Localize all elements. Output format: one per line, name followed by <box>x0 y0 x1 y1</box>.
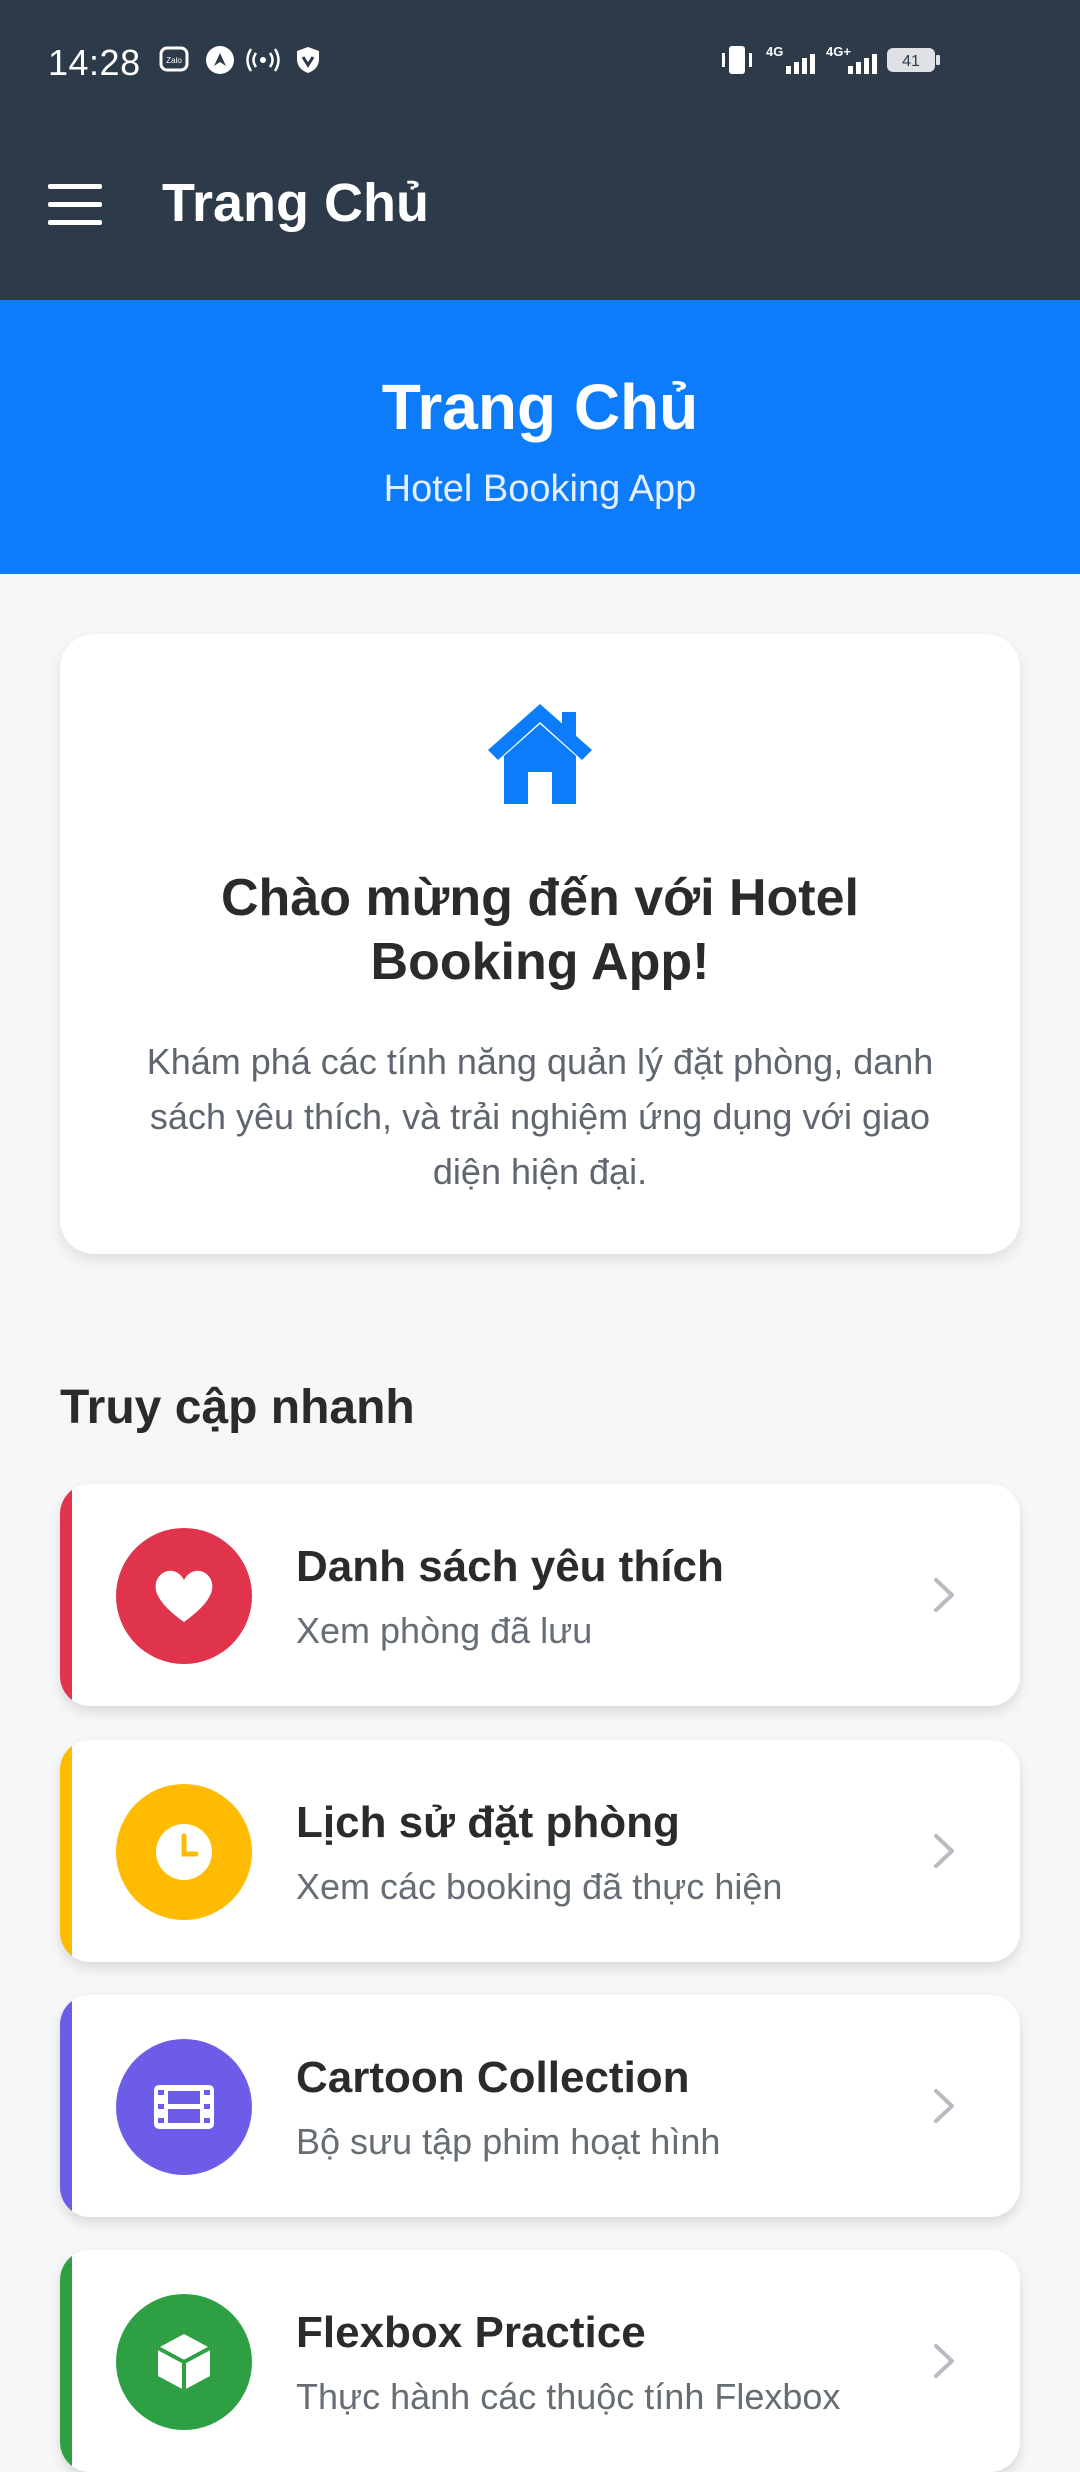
quick-access-title: Truy cập nhanh <box>60 1381 415 1434</box>
welcome-card: Chào mừng đến với Hotel Booking App! Khá… <box>60 634 1020 1254</box>
home-icon <box>488 704 592 804</box>
card-subtitle: Bộ sưu tập phim hoạt hình <box>296 2121 721 2162</box>
chevron-right-icon <box>934 1834 954 1868</box>
status-time: 14:28 <box>48 42 141 83</box>
cartoon-icon-circle <box>116 2039 252 2175</box>
card-accent <box>60 1740 72 1962</box>
status-bar: 14:28 Zalo 4G 4G+ 41 <box>0 0 1080 125</box>
messenger-icon <box>206 46 234 74</box>
quick-access-booking-history[interactable]: Lịch sử đặt phòng Xem các booking đã thự… <box>60 1740 1020 1962</box>
quick-access-cartoon-collection[interactable]: Cartoon Collection Bộ sưu tập phim hoạt … <box>60 1995 1020 2217</box>
card-title: Cartoon Collection <box>296 2053 690 2102</box>
vpn-shield-icon <box>297 47 319 73</box>
film-icon <box>154 2085 214 2129</box>
signal-4g-icon: 4G <box>766 44 815 74</box>
favorites-icon-circle <box>116 1528 252 1664</box>
hero-banner: Trang Chủ Hotel Booking App <box>0 300 1080 574</box>
card-title: Flexbox Practice <box>296 2308 646 2357</box>
clock-icon <box>156 1824 212 1880</box>
card-accent <box>60 1995 72 2217</box>
card-subtitle: Xem phòng đã lưu <box>296 1610 593 1651</box>
heart-icon <box>155 1570 213 1622</box>
app-bar-title: Trang Chủ <box>162 173 429 233</box>
network-label-2: 4G+ <box>826 44 851 59</box>
network-label-1: 4G <box>766 44 783 59</box>
vibrate-icon <box>722 46 752 74</box>
card-subtitle: Xem các booking đã thực hiện <box>296 1866 783 1907</box>
history-icon-circle <box>116 1784 252 1920</box>
signal-4g-plus-icon: 4G+ <box>826 44 877 74</box>
cube-icon <box>157 2334 211 2390</box>
top-bar: 14:28 Zalo 4G 4G+ 41 Trang Chủ <box>0 0 1080 300</box>
zalo-icon: Zalo <box>159 46 189 72</box>
card-accent <box>60 2250 72 2472</box>
hotspot-icon <box>246 48 280 72</box>
chevron-right-icon <box>934 2344 954 2378</box>
svg-text:Zalo: Zalo <box>166 56 182 65</box>
welcome-title: Chào mừng đến với Hotel Booking App! <box>221 869 859 991</box>
card-accent <box>60 1484 72 1706</box>
card-title: Danh sách yêu thích <box>296 1542 724 1591</box>
quick-access-flexbox-practice[interactable]: Flexbox Practice Thực hành các thuộc tín… <box>60 2250 1020 2472</box>
battery-icon: 41 <box>887 48 940 72</box>
chevron-right-icon <box>934 2089 954 2123</box>
card-title: Lịch sử đặt phòng <box>296 1798 680 1847</box>
hero-title: Trang Chủ <box>381 371 699 443</box>
flexbox-icon-circle <box>116 2294 252 2430</box>
hero-subtitle: Hotel Booking App <box>383 468 697 510</box>
quick-access-favorites[interactable]: Danh sách yêu thích Xem phòng đã lưu <box>60 1484 1020 1706</box>
battery-level: 41 <box>902 53 920 70</box>
chevron-right-icon <box>934 1578 954 1612</box>
hamburger-menu-icon[interactable] <box>48 184 102 226</box>
card-subtitle: Thực hành các thuộc tính Flexbox <box>296 2376 841 2417</box>
welcome-description: Khám phá các tính năng quản lý đặt phòng… <box>146 1041 934 1192</box>
